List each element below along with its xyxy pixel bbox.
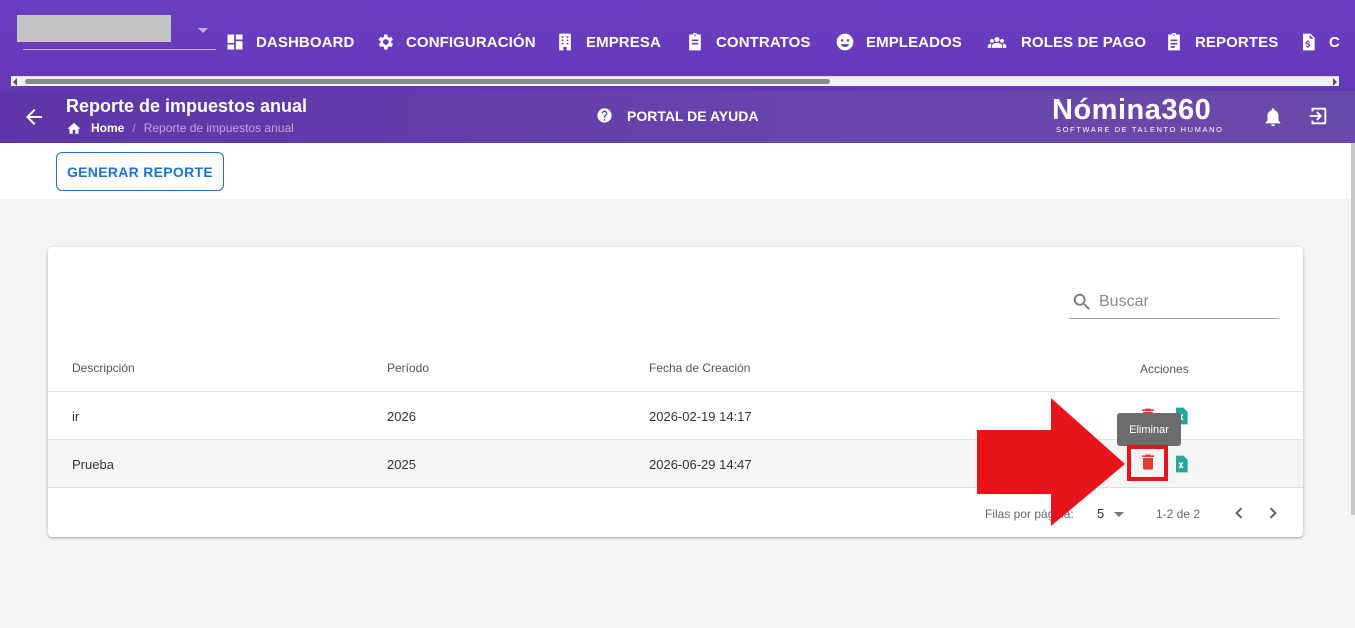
scrollbar-thumb[interactable]: [25, 79, 830, 84]
top-navigation: DASHBOARD CONFIGURACIÓN EMPRESA CONTRATO…: [0, 0, 1355, 91]
group-icon: [987, 37, 1007, 48]
search-box[interactable]: [1069, 285, 1279, 319]
generate-report-button[interactable]: GENERAR REPORTE: [56, 152, 224, 191]
breadcrumb-home[interactable]: Home: [91, 121, 124, 135]
notifications-button[interactable]: [1262, 106, 1284, 128]
search-input[interactable]: [1099, 292, 1269, 311]
breadcrumb-separator: /: [132, 121, 136, 135]
clipboard-icon: [689, 32, 701, 51]
scroll-right-icon[interactable]: [1333, 78, 1337, 86]
search-icon: [1073, 293, 1090, 310]
app-logo: Nómina360 SOFTWARE DE TALENTO HUMANO: [1052, 94, 1232, 138]
column-header-descripcion[interactable]: Descripción: [72, 361, 135, 375]
invoice-icon: [1303, 33, 1315, 51]
column-header-periodo[interactable]: Período: [387, 361, 429, 375]
page-title: Reporte de impuestos anual: [66, 96, 308, 116]
back-button[interactable]: [22, 105, 46, 129]
column-header-acciones: Acciones: [1140, 362, 1189, 376]
next-page-button[interactable]: [1262, 502, 1284, 524]
export-excel-button[interactable]: [1171, 453, 1191, 475]
home-icon: [67, 122, 81, 134]
cell-fecha: 2026-06-29 14:47: [649, 457, 752, 472]
page-header: Reporte de impuestos anual Home / Report…: [0, 91, 1355, 143]
breadcrumb-current: Reporte de impuestos anual: [143, 121, 294, 135]
logout-button[interactable]: [1307, 105, 1329, 127]
scroll-left-icon[interactable]: [13, 78, 17, 86]
bell-icon: [1265, 108, 1281, 127]
building-icon: [559, 33, 571, 51]
nav-more[interactable]: C: [1298, 28, 1340, 56]
table-header: Descripción Período Fecha de Creación Ac…: [48, 339, 1303, 392]
arrow-left-icon: [26, 109, 42, 125]
company-selector[interactable]: [17, 15, 217, 51]
cell-periodo: 2025: [387, 457, 416, 472]
chevron-right-icon: [1269, 507, 1277, 519]
previous-page-button[interactable]: [1228, 502, 1250, 524]
face-icon: [836, 33, 854, 51]
nav-reportes[interactable]: REPORTES: [1164, 28, 1278, 56]
gear-icon: [378, 34, 393, 50]
action-bar: GENERAR REPORTE: [0, 143, 1355, 199]
vertical-scrollbar[interactable]: [1351, 143, 1355, 515]
horizontal-scrollbar[interactable]: [11, 76, 1339, 86]
annotation-highlight-box: [1127, 445, 1168, 481]
chevron-left-icon: [1235, 507, 1243, 519]
column-header-fecha[interactable]: Fecha de Creación: [649, 361, 750, 375]
cell-periodo: 2026: [387, 409, 416, 424]
annotation-arrow-icon: [977, 398, 1125, 526]
tooltip: Eliminar: [1117, 413, 1181, 446]
cell-descripcion: ir: [72, 409, 80, 424]
logo-name: Nómina360: [1052, 94, 1212, 126]
company-selector-value: [17, 15, 171, 42]
nav-contratos[interactable]: CONTRATOS: [685, 28, 811, 56]
cell-fecha: 2026-02-19 14:17: [649, 409, 752, 424]
pagination-range: 1-2 de 2: [1156, 507, 1201, 521]
logout-icon: [1309, 107, 1327, 125]
nav-empresa[interactable]: EMPRESA: [555, 28, 661, 56]
nav-roles-de-pago[interactable]: ROLES DE PAGO: [984, 28, 1146, 56]
nav-configuracion[interactable]: CONFIGURACIÓN: [375, 28, 536, 56]
help-portal-link[interactable]: PORTAL DE AYUDA: [596, 107, 758, 124]
excel-icon: [1176, 455, 1188, 473]
logo-tagline: SOFTWARE DE TALENTO HUMANO: [1056, 125, 1224, 134]
chevron-down-icon: [198, 28, 208, 33]
nav-empleados[interactable]: EMPLEADOS: [835, 28, 962, 56]
report-icon: [1168, 32, 1180, 51]
nav-dashboard[interactable]: DASHBOARD: [225, 28, 354, 56]
cell-descripcion: Prueba: [72, 457, 114, 472]
help-icon: [597, 108, 612, 123]
breadcrumb: Home / Reporte de impuestos anual: [66, 121, 294, 135]
dashboard-icon: [227, 34, 243, 50]
